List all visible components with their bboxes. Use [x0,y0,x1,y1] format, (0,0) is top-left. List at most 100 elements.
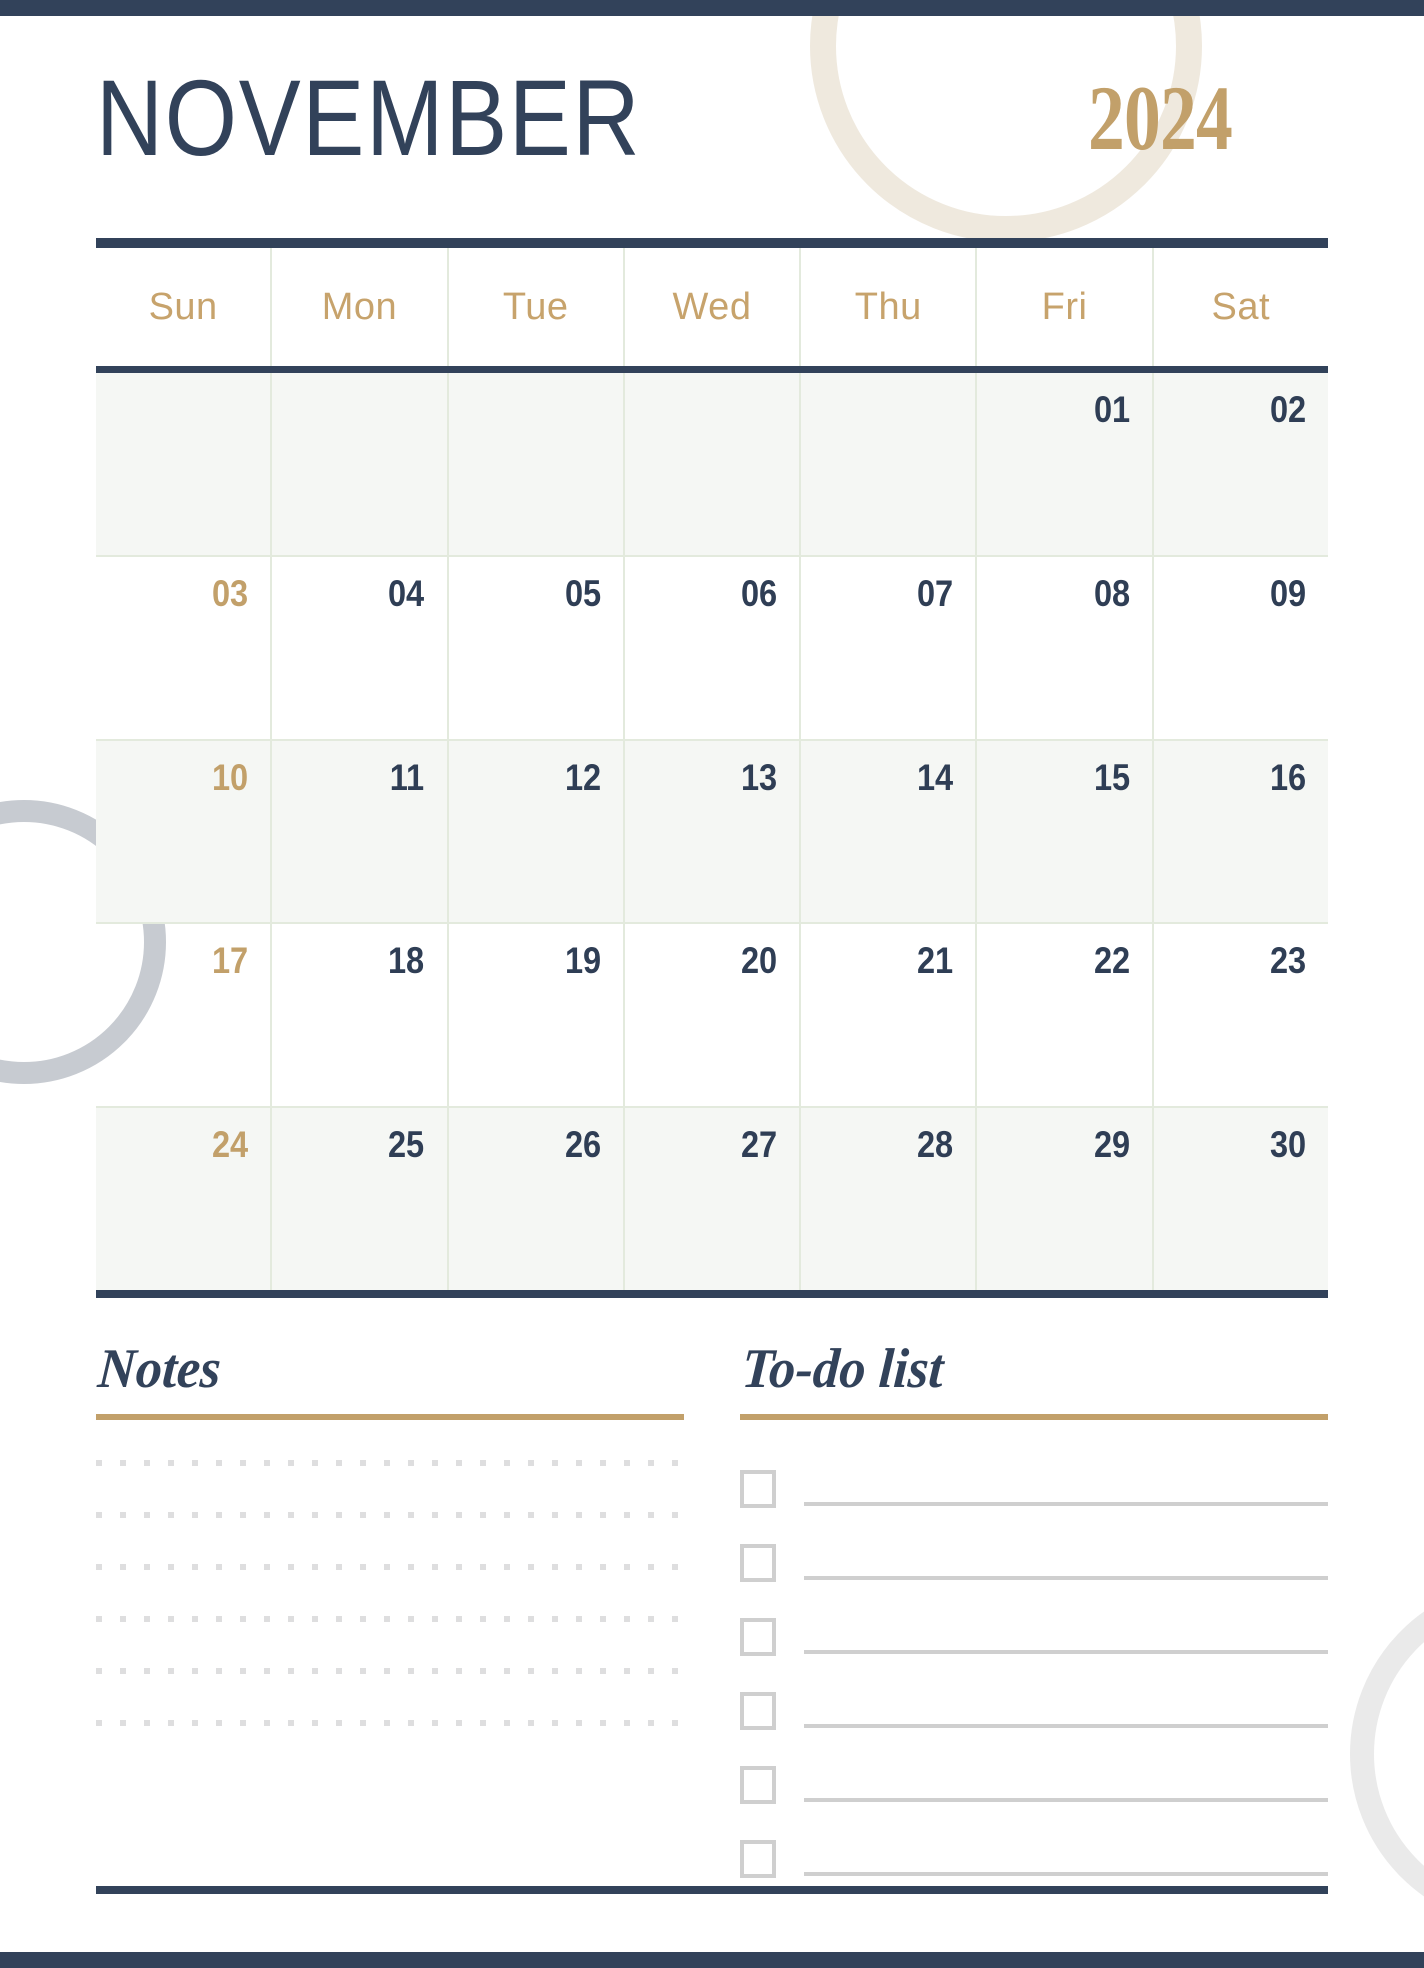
day-cell[interactable]: 01 [975,373,1151,555]
todo-panel: To-do list [740,1338,1328,1878]
day-number: 11 [390,756,425,798]
todo-write-line[interactable] [804,1724,1328,1728]
day-number: 09 [1269,572,1306,614]
checkbox-icon[interactable] [740,1544,776,1582]
day-cell[interactable]: 08 [975,556,1151,739]
day-cell[interactable]: 28 [799,1108,975,1290]
weekday-cell: Tue [446,248,623,366]
day-cell[interactable]: 23 [1151,924,1328,1107]
day-cell[interactable]: 24 [96,1108,270,1290]
todo-item [740,1534,1328,1582]
day-cell[interactable]: 02 [1151,373,1328,555]
weekday-label: Sat [1211,286,1271,328]
notes-title-underline [96,1414,684,1420]
footer-rule [96,1886,1328,1894]
weekday-header-row: Sun Mon Tue Wed Thu Fri Sat [96,248,1328,366]
day-cell-empty [446,373,623,555]
todo-write-line[interactable] [804,1798,1328,1802]
day-cell[interactable]: 07 [799,556,975,739]
note-line[interactable] [96,1512,684,1518]
weekday-label: Thu [854,286,922,328]
day-cell[interactable]: 03 [96,557,270,739]
day-number: 18 [388,940,425,982]
checkbox-icon[interactable] [740,1618,776,1656]
day-number: 21 [917,940,954,982]
day-number: 30 [1269,1124,1306,1166]
day-cell[interactable]: 13 [622,740,799,923]
day-cell-empty [799,373,975,555]
day-cell[interactable]: 06 [622,556,799,739]
week-row: 17 18 19 20 21 22 23 [96,924,1328,1109]
weekday-label: Wed [672,286,752,328]
day-cell[interactable]: 19 [446,924,623,1107]
todo-write-line[interactable] [804,1502,1328,1506]
day-cell[interactable]: 05 [446,556,623,739]
week-row: 03 04 05 06 07 08 09 [96,556,1328,741]
day-cell[interactable]: 16 [1151,740,1328,923]
week-row: 01 02 [96,373,1328,557]
notes-lines [96,1460,684,1726]
day-number: 14 [917,756,954,798]
notes-panel: Notes [96,1338,684,1868]
weekday-cell: Mon [270,248,446,366]
day-cell[interactable]: 14 [799,740,975,923]
todo-item [740,1830,1328,1878]
day-number: 02 [1269,389,1306,430]
day-number: 12 [564,756,601,798]
day-cell[interactable]: 15 [975,740,1151,923]
note-line[interactable] [96,1668,684,1674]
note-line[interactable] [96,1564,684,1570]
checkbox-icon[interactable] [740,1692,776,1730]
todo-write-line[interactable] [804,1576,1328,1580]
day-number: 01 [1093,389,1130,430]
day-cell[interactable]: 17 [96,924,270,1106]
year-title: 2024 [1088,67,1233,169]
day-cell[interactable]: 11 [270,740,446,923]
checkbox-icon[interactable] [740,1766,776,1804]
day-cell[interactable]: 12 [446,740,623,923]
day-cell[interactable]: 27 [622,1108,799,1290]
day-number: 15 [1093,756,1130,798]
day-cell-empty [270,373,446,555]
note-line[interactable] [96,1616,684,1622]
day-number: 22 [1093,940,1130,982]
day-cell-empty [622,373,799,555]
todo-item [740,1756,1328,1804]
day-cell-empty [96,373,270,555]
day-number: 05 [564,572,601,614]
day-cell[interactable]: 18 [270,924,446,1107]
day-cell[interactable]: 21 [799,924,975,1107]
todo-title-underline [740,1414,1328,1420]
checkbox-icon[interactable] [740,1840,776,1878]
checkbox-icon[interactable] [740,1470,776,1508]
day-cell[interactable]: 04 [270,556,446,739]
day-cell[interactable]: 25 [270,1108,446,1290]
day-cell[interactable]: 09 [1151,556,1328,739]
grid-bottom-rule [96,1290,1328,1298]
weekday-cell: Fri [975,248,1151,366]
weekday-label: Mon [321,286,398,328]
day-cell[interactable]: 10 [96,741,270,923]
note-line[interactable] [96,1460,684,1466]
weekday-cell: Wed [622,248,799,366]
calendar-page: NOVEMBER 2024 Sun Mon Tue Wed Thu Fri Sat 01 02… [0,0,1424,1968]
day-cell[interactable]: 20 [622,924,799,1107]
weekday-cell: Sat [1151,248,1328,366]
date-grid: 01 02 03 04 05 06 07 08 09 10 11 12 13 14 15 16 17 18 19 20… [96,373,1328,1290]
month-title: NOVEMBER [96,57,642,178]
bottom-navy-bar [0,1952,1424,1968]
todo-item [740,1608,1328,1656]
day-cell[interactable]: 26 [446,1108,623,1290]
day-number: 17 [212,940,249,982]
day-number: 16 [1269,756,1306,798]
todo-write-line[interactable] [804,1872,1328,1876]
top-navy-bar [0,0,1424,16]
day-cell[interactable]: 30 [1151,1108,1328,1290]
note-line[interactable] [96,1720,684,1726]
day-cell[interactable]: 22 [975,924,1151,1107]
day-number: 23 [1269,940,1306,982]
todo-write-line[interactable] [804,1650,1328,1654]
day-number: 08 [1093,572,1130,614]
day-cell[interactable]: 29 [975,1108,1151,1290]
day-number: 10 [212,756,249,798]
